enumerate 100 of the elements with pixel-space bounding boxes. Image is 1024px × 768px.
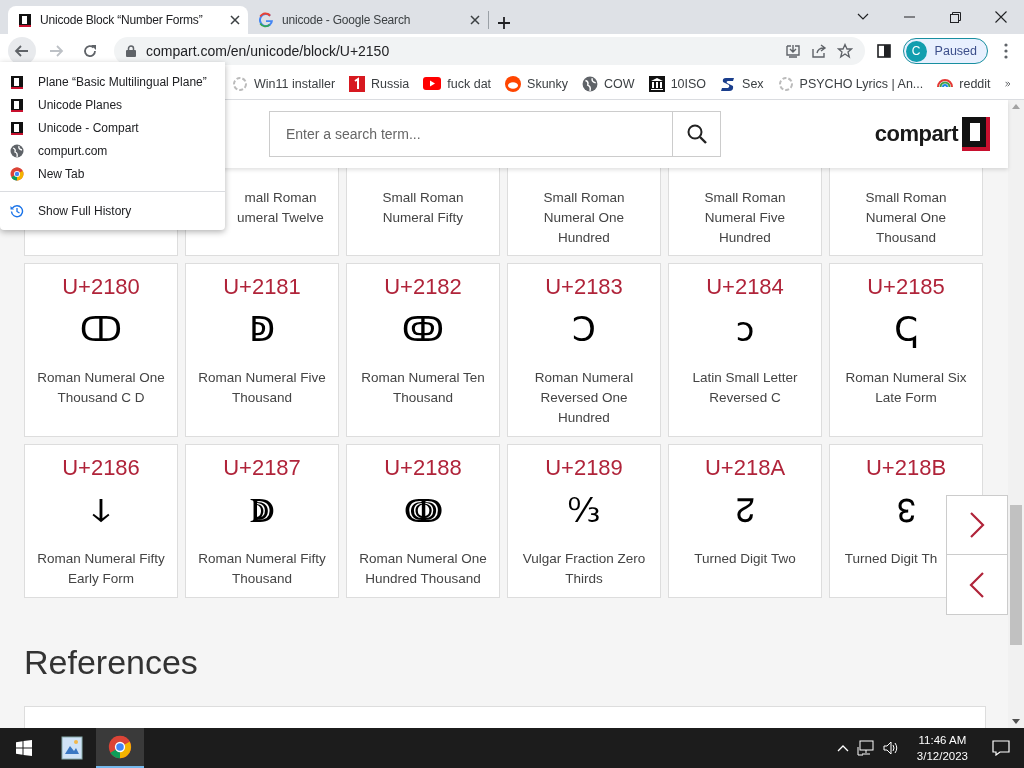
chrome-icon [108,735,132,759]
install-icon[interactable] [784,43,801,59]
menu-icon[interactable] [1004,43,1008,59]
browser-tab[interactable]: Unicode Block “Number Forms” [8,6,248,34]
character-card[interactable]: U+2187 ↇ Roman Numeral Fifty Thousand [185,444,339,598]
search-icon [686,124,707,144]
code-point: U+2189 [545,455,623,481]
reddit-icon [505,75,522,92]
character-name: Small Roman Numeral One Hundred [542,189,626,247]
character-card[interactable]: U+218A ↊ Turned Digit Two [668,444,822,598]
history-item[interactable]: Plane “Basic Multilingual Plane” [0,70,225,93]
lock-icon [126,45,136,57]
notifications-icon[interactable] [992,740,1010,756]
character-glyph: Ↄ [572,308,596,351]
compart-icon [10,74,24,89]
reload-icon [82,43,98,59]
character-card[interactable]: Small Roman Numeral One Thousand [829,168,983,256]
character-glyph: ↊ [735,489,755,532]
search-field[interactable]: Enter a search term... [269,111,673,157]
google-g-icon [258,12,274,28]
section-heading: References [24,642,199,683]
character-name: Roman Numeral Ten Thousand [360,369,486,407]
character-card[interactable]: U+2184 ↄ Latin Small Letter Reversed C [668,263,822,437]
chevron-up-icon[interactable] [836,744,849,752]
character-glyph: ↄ [735,308,755,351]
bookmark[interactable]: 10ISO [648,75,707,92]
bookmark[interactable]: Sex [720,75,764,92]
photo-viewer-icon [61,736,83,760]
taskbar-app[interactable] [96,728,144,768]
history-item[interactable]: Unicode Planes [0,93,225,116]
bookmark[interactable]: Win11 installer [232,75,336,92]
code-point: U+2187 [223,455,301,481]
volume-icon[interactable] [882,740,899,756]
character-name: Turned Digit Th [844,550,939,568]
forward-arrow-icon [48,43,64,59]
restore-icon[interactable] [949,11,961,23]
chevron-down-icon[interactable] [857,13,869,21]
history-item[interactable]: compurt.com [0,139,225,162]
ring-icon [232,75,248,92]
character-glyph: ↁ [248,308,276,351]
close-icon[interactable] [230,15,240,25]
character-glyph: ↇ [249,489,275,532]
character-card[interactable]: U+2181 ↁ Roman Numeral Five Thousand [185,263,339,437]
character-glyph: ↈ [404,489,442,532]
share-icon[interactable] [810,43,827,59]
bookmark[interactable]: Russia [349,75,410,92]
bookmark[interactable]: COW [582,75,635,92]
compart-icon [10,97,24,112]
character-card[interactable]: Small Roman Numeral Fifty [346,168,500,256]
code-point: U+2184 [706,274,784,300]
star-icon[interactable] [836,43,853,59]
globe-icon [10,143,24,158]
address-bar[interactable]: compart.com/en/unicode/block/U+2150 [114,37,865,65]
character-card[interactable]: Small Roman Numeral One Hundred [507,168,661,256]
side-panel-icon[interactable] [876,44,891,58]
chrome-icon [10,166,24,181]
character-glyph: ↋ [896,489,916,532]
character-card[interactable]: U+2182 ↂ Roman Numeral Ten Thousand [346,263,500,437]
windows-logo-icon [16,740,32,756]
search-button[interactable] [673,111,721,157]
character-name: Roman Numeral Reversed One Hundred [533,369,635,427]
scrollbar-thumb[interactable] [1010,505,1022,645]
scroll-down-icon[interactable] [1012,719,1020,724]
history-icon [10,204,24,218]
logo-text: compart [874,121,958,147]
bookmark[interactable]: fuck dat [423,76,492,91]
code-point: U+2181 [223,274,301,300]
character-card[interactable]: U+2180 ↀ Roman Numeral One Thousand C D [24,263,178,437]
ring-icon [777,75,794,92]
network-icon[interactable] [856,740,875,756]
museum-icon [648,75,665,92]
character-name: mall Roman umeral Twelve [236,189,325,227]
code-point: U+2185 [867,274,945,300]
character-name: Roman Numeral One Hundred Thousand [358,550,488,588]
clock[interactable]: 11:46 AM 3/12/2023 [916,732,968,764]
rainbow-icon [937,79,954,88]
globe-icon [582,75,599,92]
code-point: U+2183 [545,274,623,300]
new-tab-icon[interactable] [497,16,511,30]
bookmark[interactable]: reddit [937,76,991,91]
character-card[interactable]: U+2185 ↅ Roman Numeral Six Late Form [829,263,983,437]
character-card[interactable]: U+2188 ↈ Roman Numeral One Hundred Thousand [346,444,500,598]
bookmark[interactable]: Skunky [505,75,569,92]
close-icon[interactable] [470,15,480,25]
history-item[interactable]: Unicode - Compart [0,116,225,139]
character-card[interactable]: U+2186 ↆ Roman Numeral Fifty Early Form [24,444,178,598]
chevron-right-icon [969,511,985,539]
character-card[interactable]: U+2183 Ↄ Roman Numeral Reversed One Hundred [507,263,661,437]
profile-button[interactable]: C Paused [902,38,988,64]
character-name: Latin Small Letter Reversed C [691,369,799,407]
character-card[interactable]: U+2189 ↉ Vulgar Fraction Zero Thirds [507,444,661,598]
back-button[interactable] [8,37,36,65]
close-icon[interactable] [995,11,1007,23]
character-glyph: ↅ [894,308,918,351]
browser-tab[interactable]: unicode - Google Search [248,6,488,34]
character-name: Roman Numeral Fifty Early Form [36,550,166,588]
character-name: Small Roman Numeral Fifty [381,189,465,227]
minimize-icon[interactable] [903,16,915,18]
bookmark[interactable]: PSYCHO Lyrics | An... [777,75,924,92]
character-card[interactable]: Small Roman Numeral Five Hundred [668,168,822,256]
